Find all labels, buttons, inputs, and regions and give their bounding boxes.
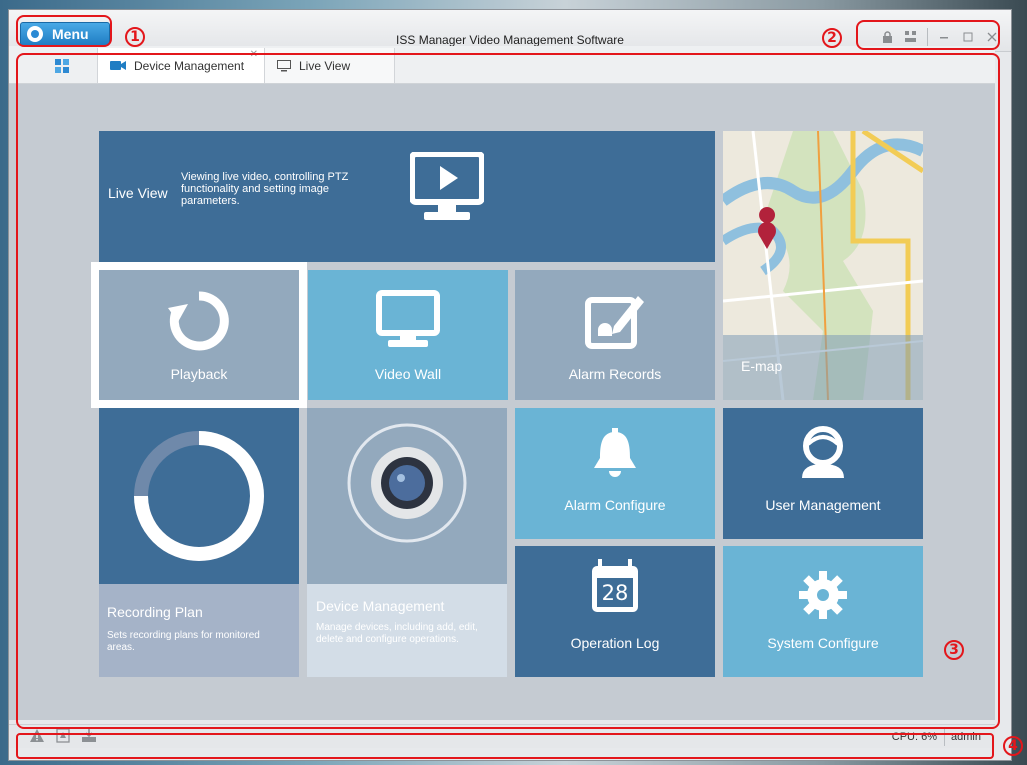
- replay-icon: [168, 291, 229, 351]
- system-configure-label: System Configure: [767, 635, 879, 651]
- dashboard-grid-icon: [55, 58, 69, 73]
- window-title: ISS Manager Video Management Software: [396, 33, 624, 47]
- tile-operation-log[interactable]: 28 Operation Log: [515, 546, 715, 677]
- monitor-icon: [277, 59, 291, 72]
- tile-video-wall[interactable]: Video Wall: [308, 270, 508, 400]
- calendar-day: 28: [601, 581, 629, 605]
- controls-divider: [927, 28, 928, 46]
- user-icon: [802, 426, 844, 478]
- minimize-icon[interactable]: [933, 27, 955, 47]
- live-view-title: Live View: [108, 185, 168, 201]
- tab-bar: Device Management ✕ Live View: [9, 46, 995, 84]
- window-controls: [876, 26, 1003, 48]
- user-management-label: User Management: [765, 497, 881, 513]
- live-view-description: Viewing live video, controlling PTZ func…: [181, 171, 349, 207]
- gear-icon: [799, 571, 847, 619]
- tile-alarm-configure[interactable]: Alarm Configure: [515, 408, 715, 539]
- camera-lens-icon: [347, 423, 467, 543]
- tab-close-icon[interactable]: ✕: [250, 49, 258, 60]
- cpu-usage: CPU: 6%: [891, 731, 937, 743]
- close-icon[interactable]: [981, 27, 1003, 47]
- tile-user-management[interactable]: User Management: [723, 408, 923, 539]
- annotation-number-3: 3: [944, 640, 964, 660]
- emap-label: E-map: [741, 358, 783, 374]
- maximize-icon[interactable]: [957, 27, 979, 47]
- annotation-number-4: 4: [1003, 736, 1023, 756]
- tile-playback[interactable]: Playback: [91, 262, 307, 408]
- recording-progress-ring-icon: [134, 431, 264, 561]
- alarm-edit-icon: [585, 296, 644, 349]
- recording-plan-title: Recording Plan: [107, 604, 203, 620]
- monitor-play-icon: [410, 152, 484, 220]
- tile-alarm-records[interactable]: Alarm Records: [515, 270, 715, 400]
- alarm-log-icon[interactable]: [55, 728, 71, 743]
- current-user[interactable]: admin: [944, 728, 987, 746]
- tile-recording-plan[interactable]: Recording Plan Sets recording plans for …: [99, 408, 299, 677]
- video-camera-icon: [110, 60, 126, 71]
- tile-system-configure[interactable]: System Configure: [723, 546, 923, 677]
- download-icon[interactable]: [81, 728, 97, 743]
- annotation-number-2: 2: [822, 28, 842, 48]
- tab-home[interactable]: [43, 48, 93, 83]
- tile-device-management[interactable]: Device Management Manage devices, includ…: [307, 408, 507, 677]
- layout-icon[interactable]: [900, 27, 922, 47]
- device-management-description: Manage devices, including add, edit, del…: [316, 622, 478, 645]
- calendar-icon: 28: [592, 566, 638, 612]
- bell-icon: [594, 428, 636, 477]
- alarm-records-label: Alarm Records: [568, 366, 662, 382]
- annotation-number-1: 1: [125, 27, 145, 47]
- recording-plan-description: Sets recording plans for monitored areas…: [107, 630, 260, 653]
- lock-icon[interactable]: [876, 27, 898, 47]
- video-wall-label: Video Wall: [374, 366, 442, 382]
- monitor-icon: [376, 290, 440, 347]
- status-icons: [29, 728, 97, 743]
- playback-label: Playback: [170, 366, 228, 382]
- tile-live-view[interactable]: Live View Viewing live video, controllin…: [99, 131, 715, 262]
- tile-emap[interactable]: E-map: [723, 131, 923, 400]
- status-bar: CPU: 6% admin: [9, 724, 995, 748]
- device-management-title: Device Management: [316, 598, 445, 614]
- tab-live-view[interactable]: Live View: [265, 48, 395, 83]
- tab-device-management[interactable]: Device Management ✕: [97, 48, 265, 83]
- tab-device-management-label: Device Management: [134, 58, 245, 73]
- home-dashboard: Live View Viewing live video, controllin…: [9, 84, 995, 720]
- operation-log-label: Operation Log: [570, 635, 660, 651]
- tab-live-view-label: Live View: [299, 58, 351, 73]
- warning-icon[interactable]: [29, 728, 45, 743]
- alarm-configure-label: Alarm Configure: [564, 497, 666, 513]
